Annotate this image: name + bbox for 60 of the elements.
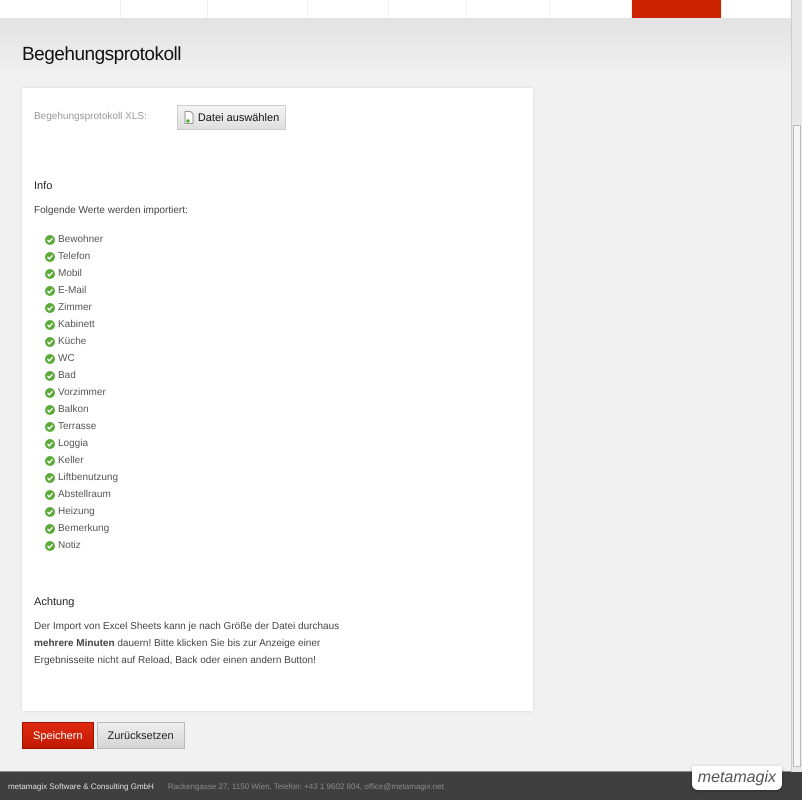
import-field-label: Notiz <box>58 540 81 551</box>
nav-tab[interactable] <box>0 0 121 18</box>
import-field-label: WC <box>58 353 75 364</box>
import-field-label: Bewohner <box>58 234 104 245</box>
check-icon <box>45 370 55 380</box>
check-icon <box>45 302 55 312</box>
import-field-label: Loggia <box>58 438 88 449</box>
check-icon <box>45 404 55 414</box>
nav-tab[interactable] <box>121 0 208 18</box>
check-icon <box>45 388 55 398</box>
check-icon <box>45 472 55 482</box>
section-heading: Info <box>34 180 54 192</box>
nav-tab[interactable] <box>467 0 550 18</box>
check-icon <box>45 540 55 550</box>
warning-text: Der Import von Excel Sheets kann je nach Größe der Datei durchaus mehrere Minuten dauern! Bitte klicken Sie bis zur Anzeige einer Ergebnisseite nicht auf Reload, Back oder einen andern Button! <box>34 620 340 668</box>
check-icon <box>45 422 55 432</box>
check-icon <box>45 438 55 448</box>
scrollbar[interactable] <box>791 0 802 772</box>
nav-tab[interactable] <box>208 0 308 18</box>
import-field-label: Liftbenutzung <box>58 472 118 483</box>
check-icon <box>45 234 55 244</box>
nav-tab[interactable] <box>550 0 632 18</box>
check-icon <box>45 336 55 346</box>
check-icon <box>45 268 55 278</box>
import-field-label: Balkon <box>58 404 89 415</box>
import-field-label: Kabinett <box>58 319 95 330</box>
field-label: Begehungsprotokoll XLS: <box>34 110 147 123</box>
import-field-label: Bad <box>58 370 76 381</box>
import-field-label: Abstellraum <box>58 489 111 500</box>
company-logo: metamagix <box>692 766 782 790</box>
import-field-label: Bemerkung <box>58 523 110 534</box>
file-icon <box>184 111 194 124</box>
nav-tab[interactable] <box>308 0 389 18</box>
import-field-label: Keller <box>58 455 84 466</box>
check-icon <box>45 354 55 364</box>
import-field-label: Telefon <box>58 251 90 262</box>
import-field-label: Mobil <box>58 268 82 279</box>
check-icon <box>45 252 55 262</box>
check-icon <box>45 490 55 500</box>
import-field-label: E-Mail <box>58 285 86 296</box>
info-text: Folgende Werte werden importiert: <box>34 204 189 218</box>
check-icon <box>45 286 55 296</box>
import-field-label: Terrasse <box>58 421 96 432</box>
import-field-label: Heizung <box>58 506 95 517</box>
reset-button[interactable]: Zurücksetzen <box>96 722 185 749</box>
nav-tab[interactable] <box>632 0 722 18</box>
check-icon <box>45 506 55 516</box>
section-heading: Achtung <box>34 596 76 608</box>
company-name: metamagix Software & Consulting GmbH <box>8 782 154 790</box>
import-field-label: Vorzimmer <box>58 387 106 398</box>
save-button[interactable]: Speichern <box>22 722 94 749</box>
check-icon <box>45 524 55 534</box>
file-select-button[interactable]: Datei auswählen <box>176 105 286 130</box>
page-title: Begehungsprotokoll <box>22 44 181 66</box>
import-field-label: Küche <box>58 336 86 347</box>
import-field-label: Zimmer <box>58 302 92 313</box>
check-icon <box>45 320 55 330</box>
nav-tab[interactable] <box>389 0 467 18</box>
contact-address: Rackengasse 27, 1150 Wien, Telefon: +43 1 9602 804, office@metamagix.net <box>168 782 444 790</box>
check-icon <box>45 456 55 466</box>
